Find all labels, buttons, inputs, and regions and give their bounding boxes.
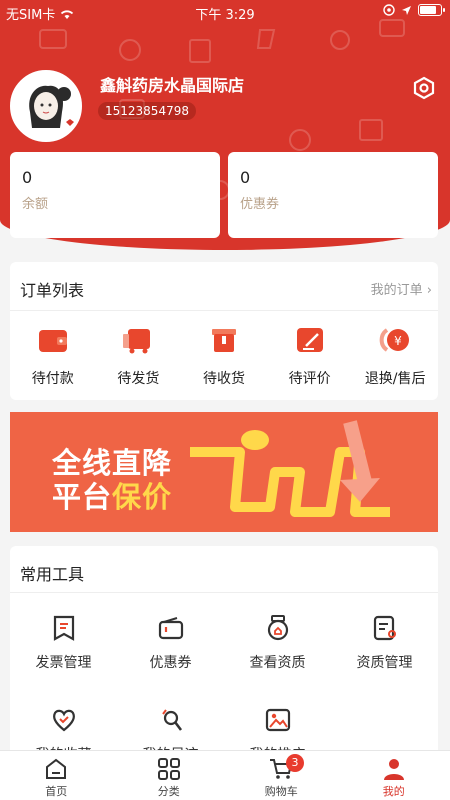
refund-icon: ¥ bbox=[379, 328, 410, 352]
promo-banner[interactable]: 全线直降 平台保价 bbox=[10, 412, 438, 532]
bottom-tab-bar: 首页 分类 3 购物车 我的 bbox=[0, 750, 450, 800]
order-list-title: 订单列表 bbox=[20, 281, 85, 300]
banner-line2: 平台保价 bbox=[52, 474, 172, 516]
settings-hexagon-icon[interactable] bbox=[412, 76, 436, 100]
tool-invoice[interactable]: 发票管理 bbox=[10, 614, 117, 672]
order-status-label: 待收货 bbox=[202, 371, 245, 387]
tab-mine[interactable]: 我的 bbox=[338, 751, 450, 800]
document-manage-icon bbox=[373, 615, 396, 641]
home-icon bbox=[46, 758, 67, 779]
avatar[interactable] bbox=[10, 70, 82, 142]
order-status-label: 待发货 bbox=[117, 371, 160, 387]
tool-manage-qualifications[interactable]: 资质管理 bbox=[331, 614, 438, 672]
order-refund-aftersale[interactable]: ¥ 退换/售后 bbox=[352, 322, 438, 388]
divider bbox=[10, 592, 438, 593]
order-pending-review[interactable]: 待评价 bbox=[267, 322, 353, 388]
order-status-label: 待评价 bbox=[288, 371, 331, 387]
location-icon bbox=[402, 5, 411, 15]
status-right bbox=[383, 4, 445, 16]
tools-title: 常用工具 bbox=[20, 565, 85, 584]
my-orders-link[interactable]: 我的订单 › bbox=[371, 279, 432, 298]
order-pending-receipt[interactable]: 待收货 bbox=[181, 322, 267, 388]
banner-line2-highlight: 保价 bbox=[112, 480, 173, 514]
tool-coupon[interactable]: 优惠券 bbox=[117, 614, 224, 672]
balance-value: 0 bbox=[22, 168, 33, 187]
tab-label: 首页 bbox=[45, 785, 68, 798]
coupon-label: 优惠券 bbox=[240, 197, 280, 212]
wallet-icon bbox=[38, 330, 67, 352]
category-icon bbox=[157, 758, 180, 780]
tool-label: 资质管理 bbox=[356, 655, 413, 671]
coupon-icon bbox=[158, 617, 183, 640]
cart-badge: 3 bbox=[286, 754, 304, 772]
tab-home[interactable]: 首页 bbox=[0, 751, 113, 800]
footprint-icon bbox=[161, 709, 182, 731]
truck-icon bbox=[123, 329, 151, 354]
tab-category[interactable]: 分类 bbox=[113, 751, 226, 800]
order-status-row: 待付款 待发货 待收货 待评价 ¥ 退换/售后 bbox=[10, 322, 438, 388]
phone-number: 15123854798 bbox=[98, 102, 196, 120]
orientation-lock-icon bbox=[383, 4, 395, 16]
order-pending-shipment[interactable]: 待发货 bbox=[96, 322, 182, 388]
balance-label: 余额 bbox=[22, 197, 49, 212]
svg-text:¥: ¥ bbox=[394, 334, 402, 348]
tab-label: 分类 bbox=[157, 785, 180, 798]
coupon-card[interactable]: 0 优惠券 bbox=[228, 152, 438, 238]
order-status-label: 退换/售后 bbox=[364, 371, 426, 387]
certificate-icon bbox=[267, 615, 288, 641]
order-list-card: 订单列表 我的订单 › 待付款 待发货 待收货 待评价 ¥ 退换/售后 bbox=[10, 262, 438, 400]
order-pending-payment[interactable]: 待付款 bbox=[10, 322, 96, 388]
banner-line2-prefix: 平台 bbox=[52, 480, 113, 514]
tool-label: 优惠券 bbox=[149, 655, 192, 671]
tool-label: 发票管理 bbox=[35, 655, 92, 671]
store-name: 鑫斛药房水晶国际店 bbox=[100, 76, 245, 95]
order-status-label: 待付款 bbox=[31, 371, 74, 387]
invoice-icon bbox=[53, 615, 74, 641]
package-icon bbox=[211, 329, 236, 352]
tab-label: 购物车 bbox=[264, 785, 298, 798]
tool-label: 查看资质 bbox=[249, 655, 306, 671]
balance-row: 0 余额 0 优惠券 bbox=[10, 152, 438, 238]
tool-view-qualifications[interactable]: 查看资质 bbox=[224, 614, 331, 672]
tab-label: 我的 bbox=[382, 785, 405, 798]
common-tools-card: 常用工具 发票管理 优惠券 查看资质 资质管理 bbox=[10, 546, 438, 764]
image-icon bbox=[265, 708, 290, 732]
battery-icon bbox=[418, 4, 445, 16]
user-icon bbox=[383, 759, 404, 780]
heart-icon bbox=[52, 709, 75, 732]
battery-fill bbox=[420, 6, 437, 14]
tab-cart[interactable]: 3 购物车 bbox=[225, 751, 338, 800]
divider bbox=[10, 310, 438, 311]
edit-review-icon bbox=[296, 328, 323, 352]
tools-grid: 发票管理 优惠券 查看资质 资质管理 bbox=[10, 614, 438, 764]
avatar-illustration bbox=[12, 72, 80, 140]
balance-card[interactable]: 0 余额 bbox=[10, 152, 220, 238]
coupon-count: 0 bbox=[240, 168, 251, 187]
status-bar: 无SIM卡 下午 3:29 bbox=[0, 0, 450, 24]
